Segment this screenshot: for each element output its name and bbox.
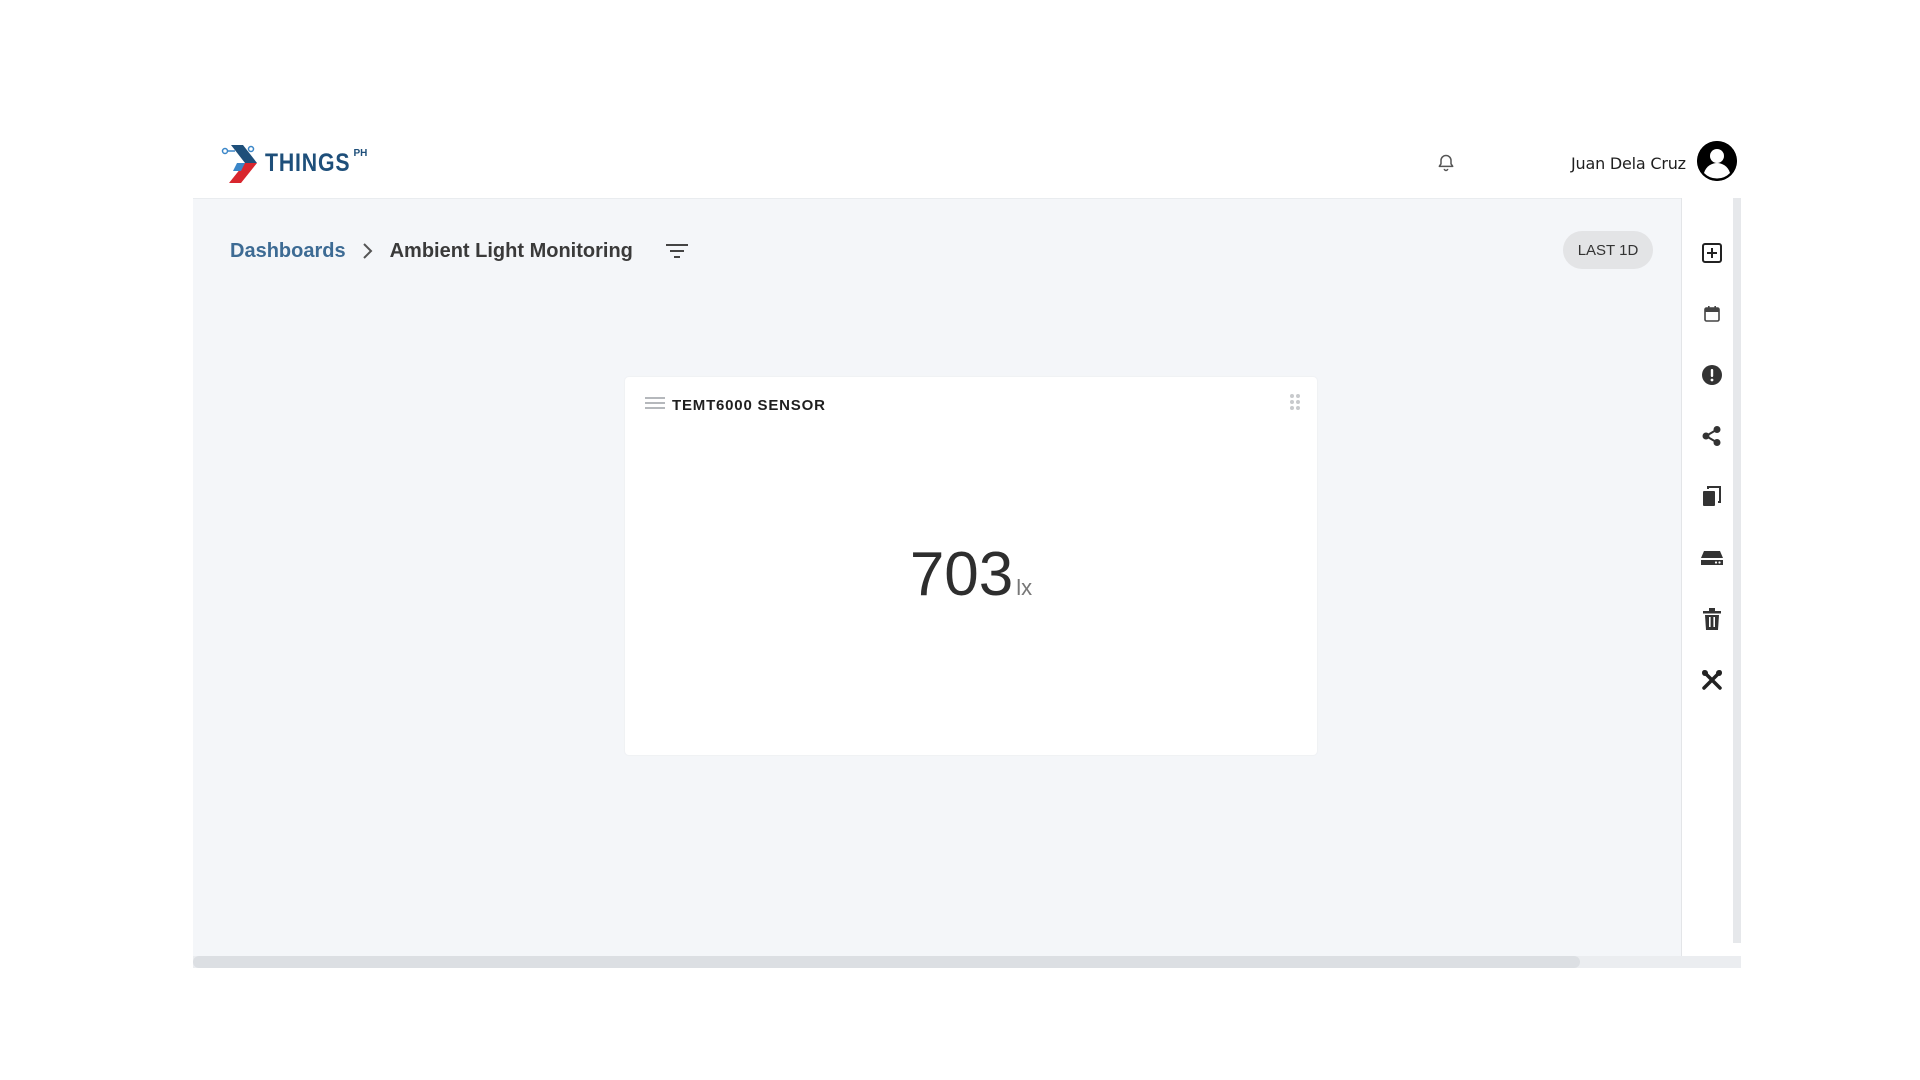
page-title: Ambient Light Monitoring (389, 239, 633, 262)
settings-tools-icon[interactable] (1692, 660, 1732, 700)
alert-icon[interactable] (1692, 355, 1732, 395)
widget-title: TEMT6000 SENSOR (672, 397, 826, 414)
logo-mark-icon (221, 145, 257, 183)
top-bar: THINGS PH Juan Dela Cruz (193, 128, 1741, 198)
widget-menu-icon[interactable] (645, 397, 665, 413)
reading-value: 703 (909, 540, 1014, 609)
share-icon[interactable] (1692, 416, 1732, 456)
drag-handle-icon[interactable] (1289, 393, 1303, 413)
device-icon[interactable] (1692, 538, 1732, 578)
calendar-icon[interactable] (1692, 294, 1732, 334)
logo-text: THINGS (265, 148, 351, 177)
horizontal-scrollbar[interactable] (193, 956, 1741, 968)
add-widget-icon[interactable] (1692, 233, 1732, 273)
horizontal-scrollbar-thumb[interactable] (193, 956, 1580, 968)
reading-display: 703 lx (625, 539, 1317, 610)
user-name[interactable]: Juan Dela Cruz (1571, 154, 1686, 173)
app-window: THINGS PH Juan Dela Cruz Dashboards Ambi… (193, 128, 1741, 970)
things-ph-logo[interactable]: THINGS PH (221, 140, 367, 186)
time-range-chip[interactable]: LAST 1D (1563, 231, 1653, 269)
breadcrumb-dashboards-link[interactable]: Dashboards (230, 240, 346, 263)
vertical-scrollbar[interactable] (1733, 198, 1741, 943)
delete-icon[interactable] (1692, 599, 1732, 639)
right-toolbar (1681, 198, 1741, 958)
filter-icon[interactable] (663, 237, 691, 265)
notifications-bell-icon[interactable] (1433, 150, 1459, 176)
reading-unit: lx (1016, 575, 1033, 600)
user-avatar-icon[interactable] (1697, 141, 1737, 181)
logo-superscript: PH (353, 147, 368, 159)
chevron-right-icon (362, 242, 374, 260)
dashboard-canvas: Dashboards Ambient Light Monitoring LAST… (193, 198, 1681, 958)
sensor-widget: TEMT6000 SENSOR 703 lx (625, 377, 1317, 755)
breadcrumb: Dashboards Ambient Light Monitoring (230, 237, 691, 265)
copy-icon[interactable] (1692, 477, 1732, 517)
